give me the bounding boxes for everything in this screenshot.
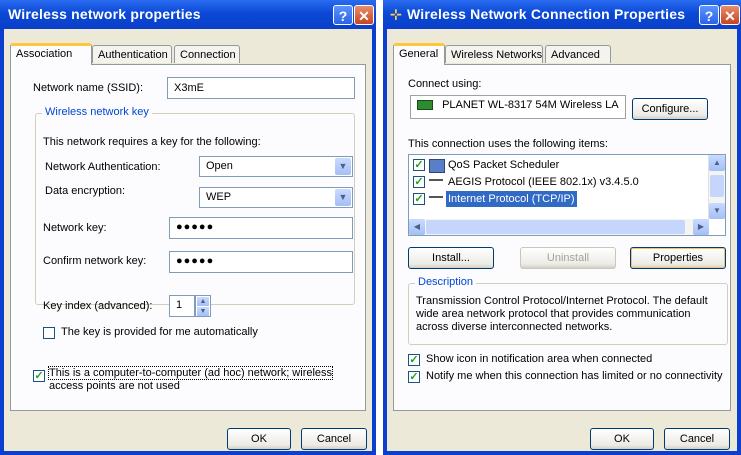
window-title: Wireless Network Connection Properties — [407, 6, 686, 22]
requires-key-text: This network requires a key for the foll… — [43, 136, 261, 148]
tab-wireless-networks[interactable]: Wireless Networks — [445, 45, 543, 63]
configure-button[interactable]: Configure... — [632, 98, 708, 120]
adhoc-label-line2: access points are not used — [49, 380, 180, 392]
tab-panel: Connect using: PLANET WL-8317 54M Wirele… — [393, 64, 731, 411]
vertical-scrollbar[interactable]: ▲ ▼ — [708, 155, 725, 219]
wireless-connection-properties-window: ⊹ Wireless Network Connection Properties… — [383, 0, 741, 455]
auto-key-checkbox[interactable] — [43, 327, 55, 339]
network-key-input[interactable]: ●●●●● — [169, 217, 353, 239]
show-icon-checkbox[interactable]: ✓ — [408, 354, 420, 366]
network-auth-select[interactable]: Open ▼ — [199, 156, 353, 177]
qos-icon — [429, 159, 445, 173]
adhoc-checkbox[interactable]: ✓ — [33, 370, 45, 382]
scroll-left-icon[interactable]: ◀ — [409, 219, 425, 235]
title-bar[interactable]: ⊹ Wireless Network Connection Properties… — [383, 0, 741, 29]
protocol-icon — [429, 196, 443, 204]
window-title: Wireless network properties — [8, 6, 201, 22]
close-button[interactable]: ✕ — [354, 5, 374, 25]
description-line: Transmission Control Protocol/Internet P… — [416, 295, 708, 307]
tab-connection[interactable]: Connection — [174, 45, 240, 63]
key-index-label: Key index (advanced): — [43, 300, 153, 312]
spin-up-icon[interactable]: ▲ — [197, 297, 209, 306]
network-connection-icon: ⊹ — [390, 6, 402, 22]
item-label: AEGIS Protocol (IEEE 802.1x) v3.4.5.0 — [448, 176, 639, 188]
ssid-label: Network name (SSID): — [33, 82, 144, 94]
tab-general[interactable]: General — [393, 43, 445, 65]
show-icon-label: Show icon in notification area when conn… — [426, 353, 653, 365]
encryption-select[interactable]: WEP ▼ — [199, 187, 353, 208]
description-line: across diverse interconnected networks. — [416, 321, 613, 333]
tab-authentication[interactable]: Authentication — [92, 45, 172, 63]
uninstall-button[interactable]: Uninstall — [520, 247, 616, 269]
adapter-field: PLANET WL-8317 54M Wireless LA — [410, 95, 626, 119]
dialog-body: Association Authentication Connection Ne… — [4, 29, 372, 451]
encryption-label: Data encryption: — [45, 185, 126, 197]
item-label: QoS Packet Scheduler — [448, 159, 560, 171]
wireless-key-legend: Wireless network key — [42, 106, 152, 118]
network-key-label: Network key: — [43, 222, 107, 234]
properties-button[interactable]: Properties — [630, 247, 726, 269]
network-auth-label: Network Authentication: — [45, 161, 161, 173]
description-legend: Description — [415, 276, 477, 288]
ok-button[interactable]: OK — [590, 428, 654, 450]
items-label: This connection uses the following items… — [408, 138, 608, 150]
spin-down-icon[interactable]: ▼ — [197, 307, 209, 316]
chevron-down-icon[interactable]: ▼ — [335, 158, 351, 175]
description-line: wide area network protocol that provides… — [416, 308, 691, 320]
install-button[interactable]: Install... — [408, 247, 494, 269]
item-label: Internet Protocol (TCP/IP) — [445, 190, 578, 208]
network-adapter-icon — [417, 100, 433, 111]
chevron-down-icon[interactable]: ▼ — [335, 189, 351, 206]
confirm-key-input[interactable]: ●●●●● — [169, 251, 353, 273]
confirm-key-label: Confirm network key: — [43, 255, 147, 267]
item-checkbox[interactable]: ✓ — [413, 159, 425, 171]
protocol-icon — [429, 179, 443, 187]
scroll-up-icon[interactable]: ▲ — [709, 155, 725, 171]
cancel-button[interactable]: Cancel — [664, 428, 730, 450]
notify-label: Notify me when this connection has limit… — [426, 370, 723, 382]
tab-advanced[interactable]: Advanced — [545, 45, 611, 63]
key-index-input[interactable]: 1 — [169, 295, 195, 317]
close-button[interactable]: ✕ — [720, 5, 740, 25]
adhoc-label-line1: This is a computer-to-computer (ad hoc) … — [47, 366, 334, 380]
title-bar[interactable]: Wireless network properties ? ✕ — [0, 0, 376, 29]
adapter-name: PLANET WL-8317 54M Wireless LA — [442, 99, 619, 111]
scroll-down-icon[interactable]: ▼ — [709, 203, 725, 219]
help-button[interactable]: ? — [333, 5, 353, 25]
network-auth-value: Open — [206, 160, 233, 172]
ssid-input[interactable] — [167, 77, 355, 99]
item-checkbox[interactable]: ✓ — [413, 176, 425, 188]
key-index-spinner[interactable]: ▲ ▼ — [195, 295, 211, 317]
notify-checkbox[interactable]: ✓ — [408, 371, 420, 383]
auto-key-label: The key is provided for me automatically — [61, 326, 258, 338]
item-checkbox[interactable]: ✓ — [413, 193, 425, 205]
scroll-right-icon[interactable]: ▶ — [693, 219, 709, 235]
tab-association[interactable]: Association — [10, 43, 92, 65]
wireless-network-properties-window: Wireless network properties ? ✕ Associat… — [0, 0, 376, 455]
tab-panel: Network name (SSID): Wireless network ke… — [10, 64, 366, 411]
scroll-thumb[interactable] — [426, 220, 685, 234]
scroll-thumb[interactable] — [710, 175, 724, 197]
cancel-button[interactable]: Cancel — [301, 428, 367, 450]
help-button[interactable]: ? — [699, 5, 719, 25]
dialog-body: General Wireless Networks Advanced Conne… — [387, 29, 737, 451]
ok-button[interactable]: OK — [227, 428, 291, 450]
encryption-value: WEP — [206, 191, 232, 203]
horizontal-scrollbar[interactable]: ◀ ▶ — [409, 219, 709, 235]
components-list[interactable]: ✓ QoS Packet Scheduler ✓ AEGIS Protocol … — [408, 154, 726, 236]
connect-using-label: Connect using: — [408, 78, 482, 90]
